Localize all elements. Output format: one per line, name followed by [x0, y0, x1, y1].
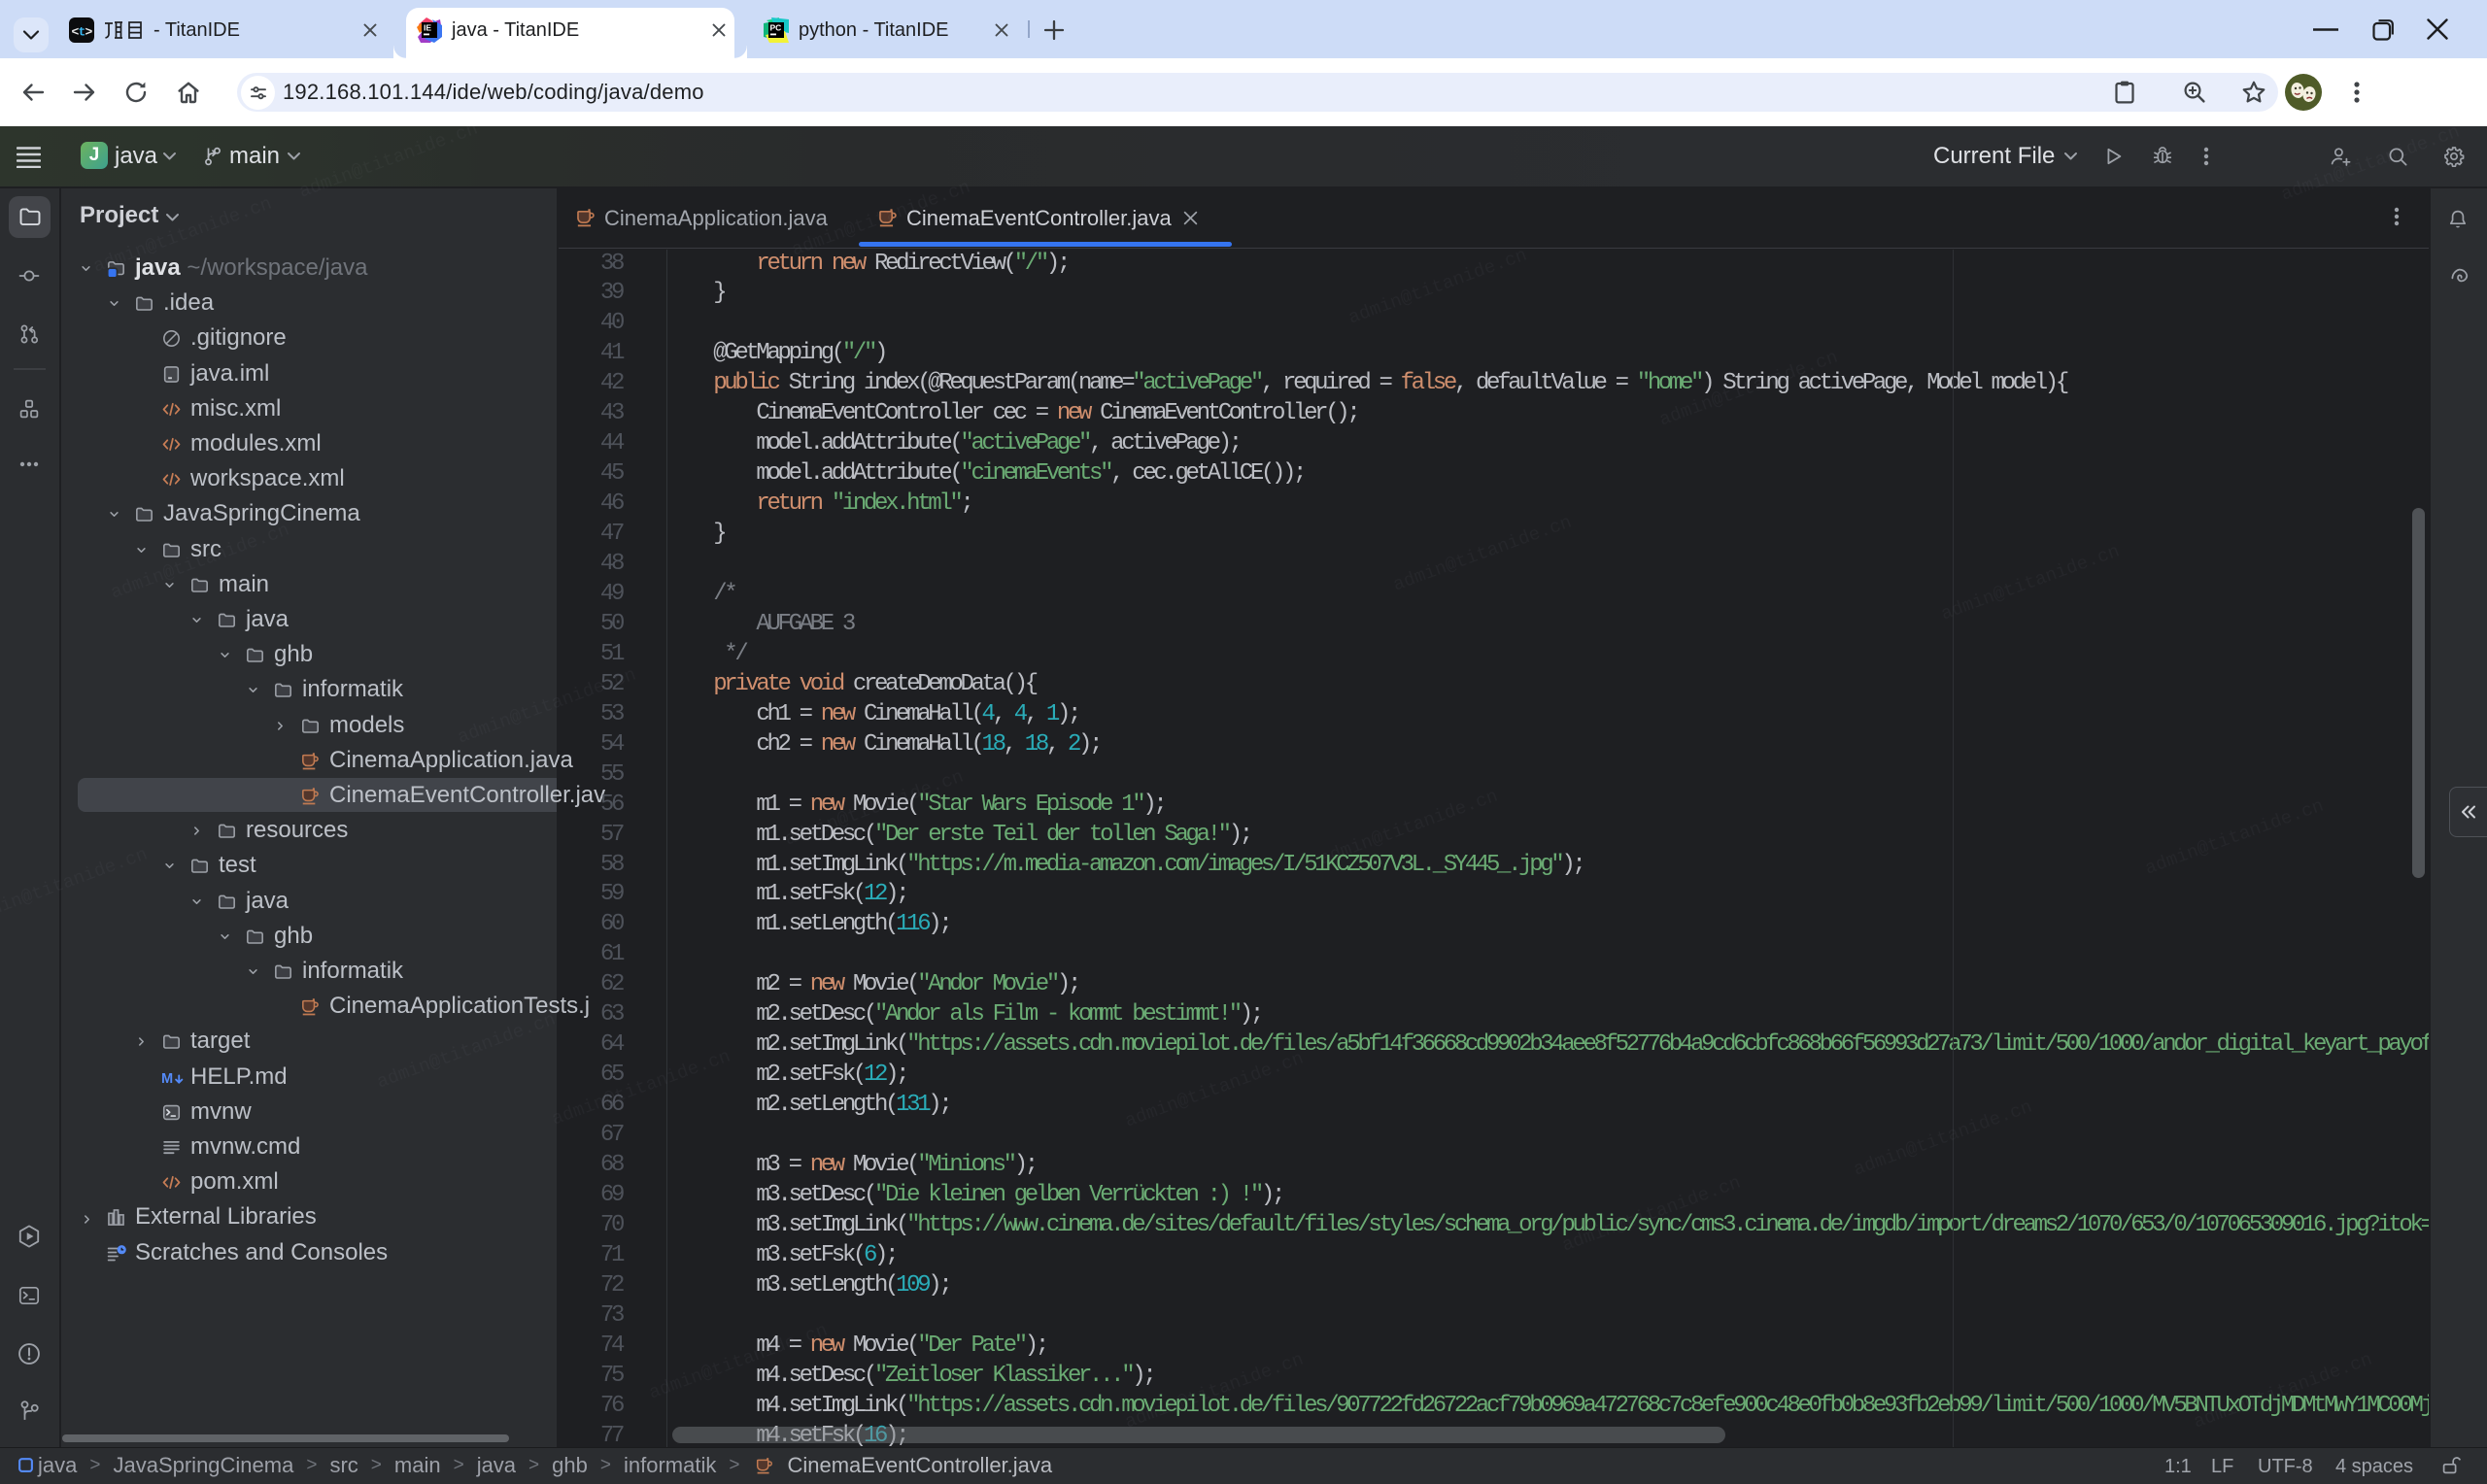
- svg-text:PC: PC: [770, 23, 782, 33]
- svg-text:IE: IE: [424, 23, 431, 33]
- svg-text:>: >: [85, 25, 93, 40]
